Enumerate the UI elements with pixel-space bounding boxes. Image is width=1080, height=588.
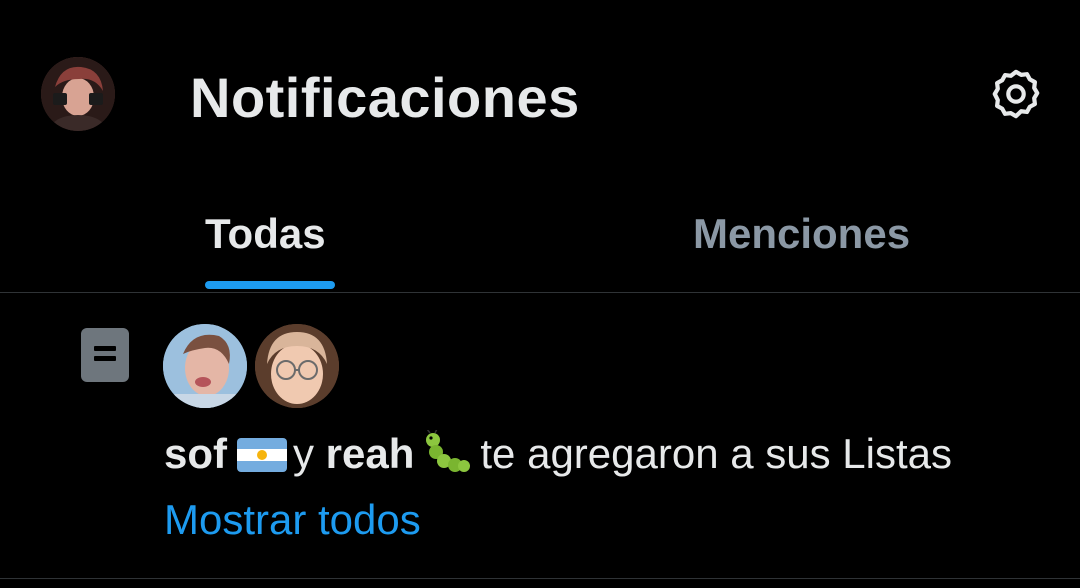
tab-todas[interactable]: Todas (0, 180, 540, 292)
notification-item[interactable]: sof y reah te agregaron a sus Listas Most… (0, 293, 1080, 579)
header: Notificaciones (0, 0, 1080, 180)
notification-message: te agregaron a sus Listas (480, 430, 953, 477)
user-sof-name[interactable]: sof (164, 430, 227, 477)
caterpillar-icon (424, 428, 471, 485)
show-all-link[interactable]: Mostrar todos (164, 495, 421, 545)
avatar-sof[interactable] (163, 324, 247, 408)
argentina-flag-icon (237, 438, 287, 472)
settings-button[interactable] (984, 62, 1048, 126)
user-reah-name[interactable]: reah (326, 430, 415, 477)
list-icon (81, 328, 129, 382)
notification-text: sof y reah te agregaron a sus Listas (164, 428, 953, 485)
tab-bar: Todas Menciones (0, 180, 1080, 293)
gear-icon (992, 69, 1040, 119)
profile-avatar[interactable] (41, 57, 115, 131)
tab-menciones-label: Menciones (693, 210, 911, 257)
avatar-reah[interactable] (255, 324, 339, 408)
connector-text: y (293, 430, 314, 477)
tab-todas-label: Todas (205, 210, 326, 257)
active-tab-indicator (205, 281, 335, 289)
tab-menciones[interactable]: Menciones (540, 180, 1080, 292)
page-title: Notificaciones (190, 66, 580, 129)
